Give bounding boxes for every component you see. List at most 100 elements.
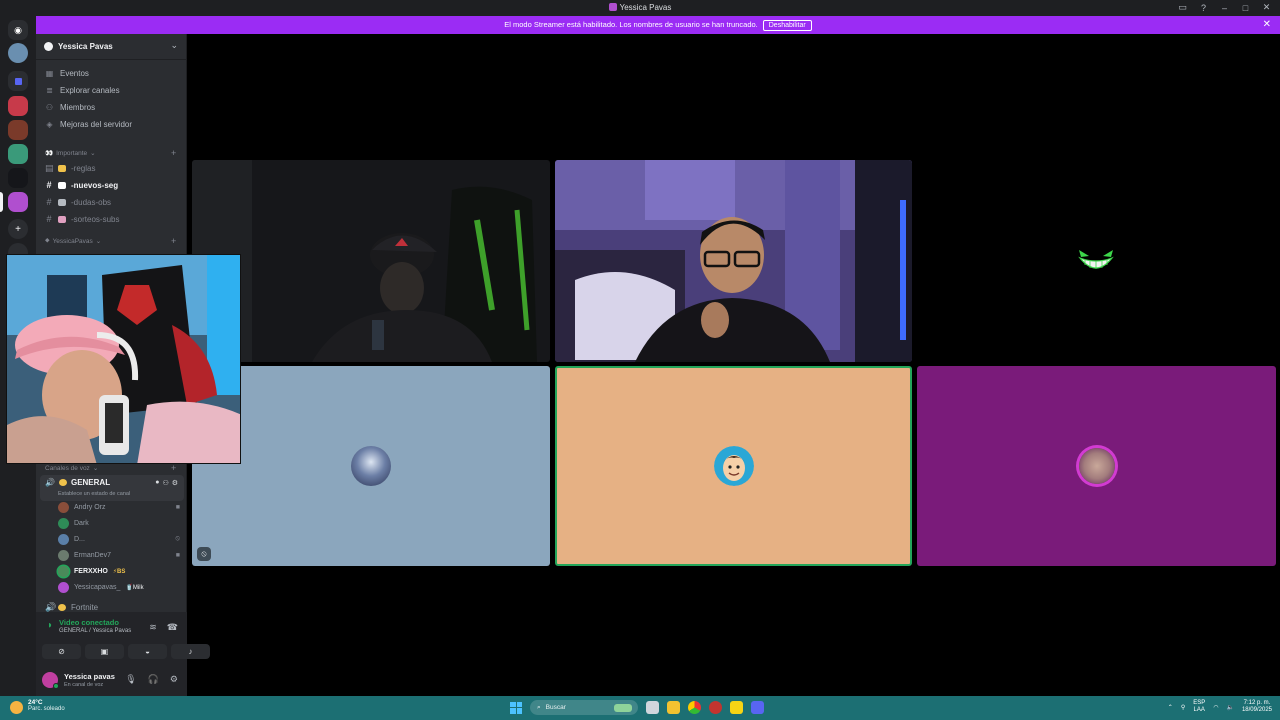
server-icon[interactable]	[8, 43, 28, 63]
webcam-video	[7, 255, 240, 463]
location-icon[interactable]: ⚲	[1181, 704, 1185, 711]
soundboard-icon: ♪	[188, 647, 193, 656]
member-badge: ⚡BS	[112, 568, 126, 575]
nav-events[interactable]: ▦ Eventos	[45, 66, 89, 80]
file-explorer-icon[interactable]	[667, 701, 680, 714]
streamer-mode-banner: El modo Streamer está habilitado. Los no…	[36, 16, 1280, 34]
video-tile-user[interactable]	[192, 160, 550, 362]
speaker-icon: 🔊	[45, 478, 55, 487]
channel-nuevos-seg[interactable]: # -nuevos-seg	[45, 178, 118, 192]
avatar	[58, 549, 69, 561]
channel-status-hint[interactable]: Establece un estado de canal	[58, 491, 130, 497]
category-yessica[interactable]: ⬥ YessicaPavas ⌄ +	[45, 236, 176, 246]
channel-sorteos-subs[interactable]: # -sorteos-subs	[45, 212, 119, 226]
notes-icon[interactable]	[730, 701, 743, 714]
help-icon[interactable]: ?	[1198, 2, 1209, 13]
video-tile-user-speaking[interactable]	[555, 366, 912, 566]
channel-emoji-icon	[58, 215, 66, 223]
app-icon[interactable]	[709, 701, 722, 714]
chrome-icon[interactable]	[688, 701, 701, 714]
channel-emoji-icon	[58, 603, 66, 611]
add-channel-icon[interactable]: +	[171, 148, 176, 158]
user-panel[interactable]: Yessica pavas En canal de voz 🎙 🎧 ⚙	[36, 664, 187, 696]
share-screen-button[interactable]: ▣	[85, 644, 124, 659]
headphones-icon[interactable]: 🎧	[148, 674, 159, 685]
video-tile-user[interactable]	[917, 366, 1276, 566]
search-icon: ⌕	[537, 703, 541, 711]
video-tile-user[interactable]	[917, 160, 1276, 362]
soundboard-button[interactable]: ♪	[171, 644, 210, 659]
language-indicator[interactable]: ESP LAA	[1193, 700, 1205, 714]
close-window-button[interactable]: ✕	[1261, 2, 1272, 13]
server-header[interactable]: Yessica Pavas ⌄	[36, 34, 187, 60]
banner-message: El modo Streamer está habilitado. Los no…	[504, 20, 758, 29]
online-status-icon	[53, 683, 59, 689]
nav-members[interactable]: ⚇ Miembros	[45, 100, 95, 114]
weather-widget[interactable]: 24°C Parc. soleado	[10, 699, 65, 714]
video-tile-user[interactable]	[555, 160, 912, 362]
boost-icon: ◈	[46, 119, 53, 129]
voice-member[interactable]: D... ⦸	[58, 532, 180, 546]
hash-icon: #	[46, 197, 52, 207]
nav-browse-channels[interactable]: ≣ Explorar canales	[45, 83, 119, 97]
channel-reglas[interactable]: ▤ -reglas	[45, 161, 95, 175]
user-status: En canal de voz	[64, 682, 104, 688]
discord-icon[interactable]	[751, 701, 764, 714]
category-importante[interactable]: 👀 Importante ⌄ +	[45, 148, 176, 158]
noise-suppression-icon[interactable]: ≋	[149, 622, 157, 633]
deafened-icon: ⦸	[197, 547, 211, 561]
microphone-icon[interactable]: 🎙	[125, 674, 136, 685]
camera-off-button[interactable]: ⊘	[42, 644, 81, 659]
disconnect-icon[interactable]: ☎	[167, 622, 178, 633]
task-view-icon[interactable]	[646, 701, 659, 714]
maximize-button[interactable]: □	[1240, 2, 1251, 13]
chat-icon[interactable]: ●	[155, 479, 159, 487]
activity-button[interactable]: ◒	[128, 644, 167, 659]
discord-home-icon[interactable]: ◉	[8, 20, 28, 40]
voice-member[interactable]: FERXXHO ⚡BS	[58, 564, 180, 578]
chevron-down-icon[interactable]: ⌄	[170, 40, 178, 51]
category-voice[interactable]: Canales de voz ⌄ +	[45, 463, 176, 473]
inbox-icon[interactable]: ▭	[1177, 2, 1188, 13]
folder-icon[interactable]	[8, 71, 28, 91]
gear-icon[interactable]: ⚙	[172, 479, 178, 487]
minimize-button[interactable]: –	[1219, 2, 1230, 13]
channel-emoji-icon	[58, 479, 67, 486]
channel-emoji-icon	[58, 198, 66, 206]
add-member-icon[interactable]: ⚇	[162, 479, 168, 487]
server-icon[interactable]	[8, 120, 28, 140]
calendar-icon: ▦	[45, 68, 54, 78]
server-icon-yessica[interactable]	[8, 192, 28, 212]
nav-server-boost[interactable]: ◈ Mejoras del servidor	[45, 117, 132, 131]
channel-emoji-icon	[58, 181, 66, 189]
start-button[interactable]	[510, 701, 522, 714]
add-server-icon[interactable]: +	[8, 219, 28, 239]
wifi-icon[interactable]: ◠	[1213, 704, 1218, 711]
close-icon[interactable]: ✕	[1263, 19, 1271, 30]
channel-emoji-icon	[58, 164, 66, 172]
hash-icon: #	[46, 214, 52, 224]
add-channel-icon[interactable]: +	[171, 236, 176, 246]
server-icon[interactable]	[8, 168, 28, 188]
voice-member[interactable]: Yessicapavas_ 🥤Milk	[58, 580, 180, 594]
voice-member[interactable]: ErmanDev7 ■	[58, 548, 180, 562]
channel-dudas-obs[interactable]: # -dudas-obs	[45, 195, 111, 209]
camera-icon: ■	[175, 551, 180, 559]
connection-location[interactable]: GENERAL / Yessica Pavas	[59, 628, 131, 634]
server-icon[interactable]	[8, 96, 28, 116]
disable-streamer-button[interactable]: Deshabilitar	[762, 20, 812, 31]
chevron-down-icon: ⌄	[95, 238, 102, 245]
taskbar-search[interactable]: ⌕ Buscar	[530, 700, 638, 715]
voice-member[interactable]: Andry Orz ■	[58, 500, 180, 514]
add-channel-icon[interactable]: +	[171, 463, 176, 473]
voice-channel-general[interactable]: 🔊 GENERAL Establece un estado de canal ● ⚇…	[40, 475, 184, 501]
gear-icon[interactable]: ⚙	[170, 674, 178, 685]
volume-icon[interactable]: 🔈	[1226, 704, 1233, 711]
voice-member[interactable]: Dark	[58, 516, 180, 530]
video-tile-user[interactable]: ⦸	[192, 366, 550, 566]
streamer-webcam-overlay	[6, 254, 241, 464]
chevron-up-icon[interactable]: ⌃	[1168, 704, 1173, 711]
server-icon[interactable]	[8, 144, 28, 164]
clock[interactable]: 7:12 p. m. 18/09/2025	[1242, 700, 1272, 714]
signal-icon[interactable]: ◗	[47, 620, 53, 634]
